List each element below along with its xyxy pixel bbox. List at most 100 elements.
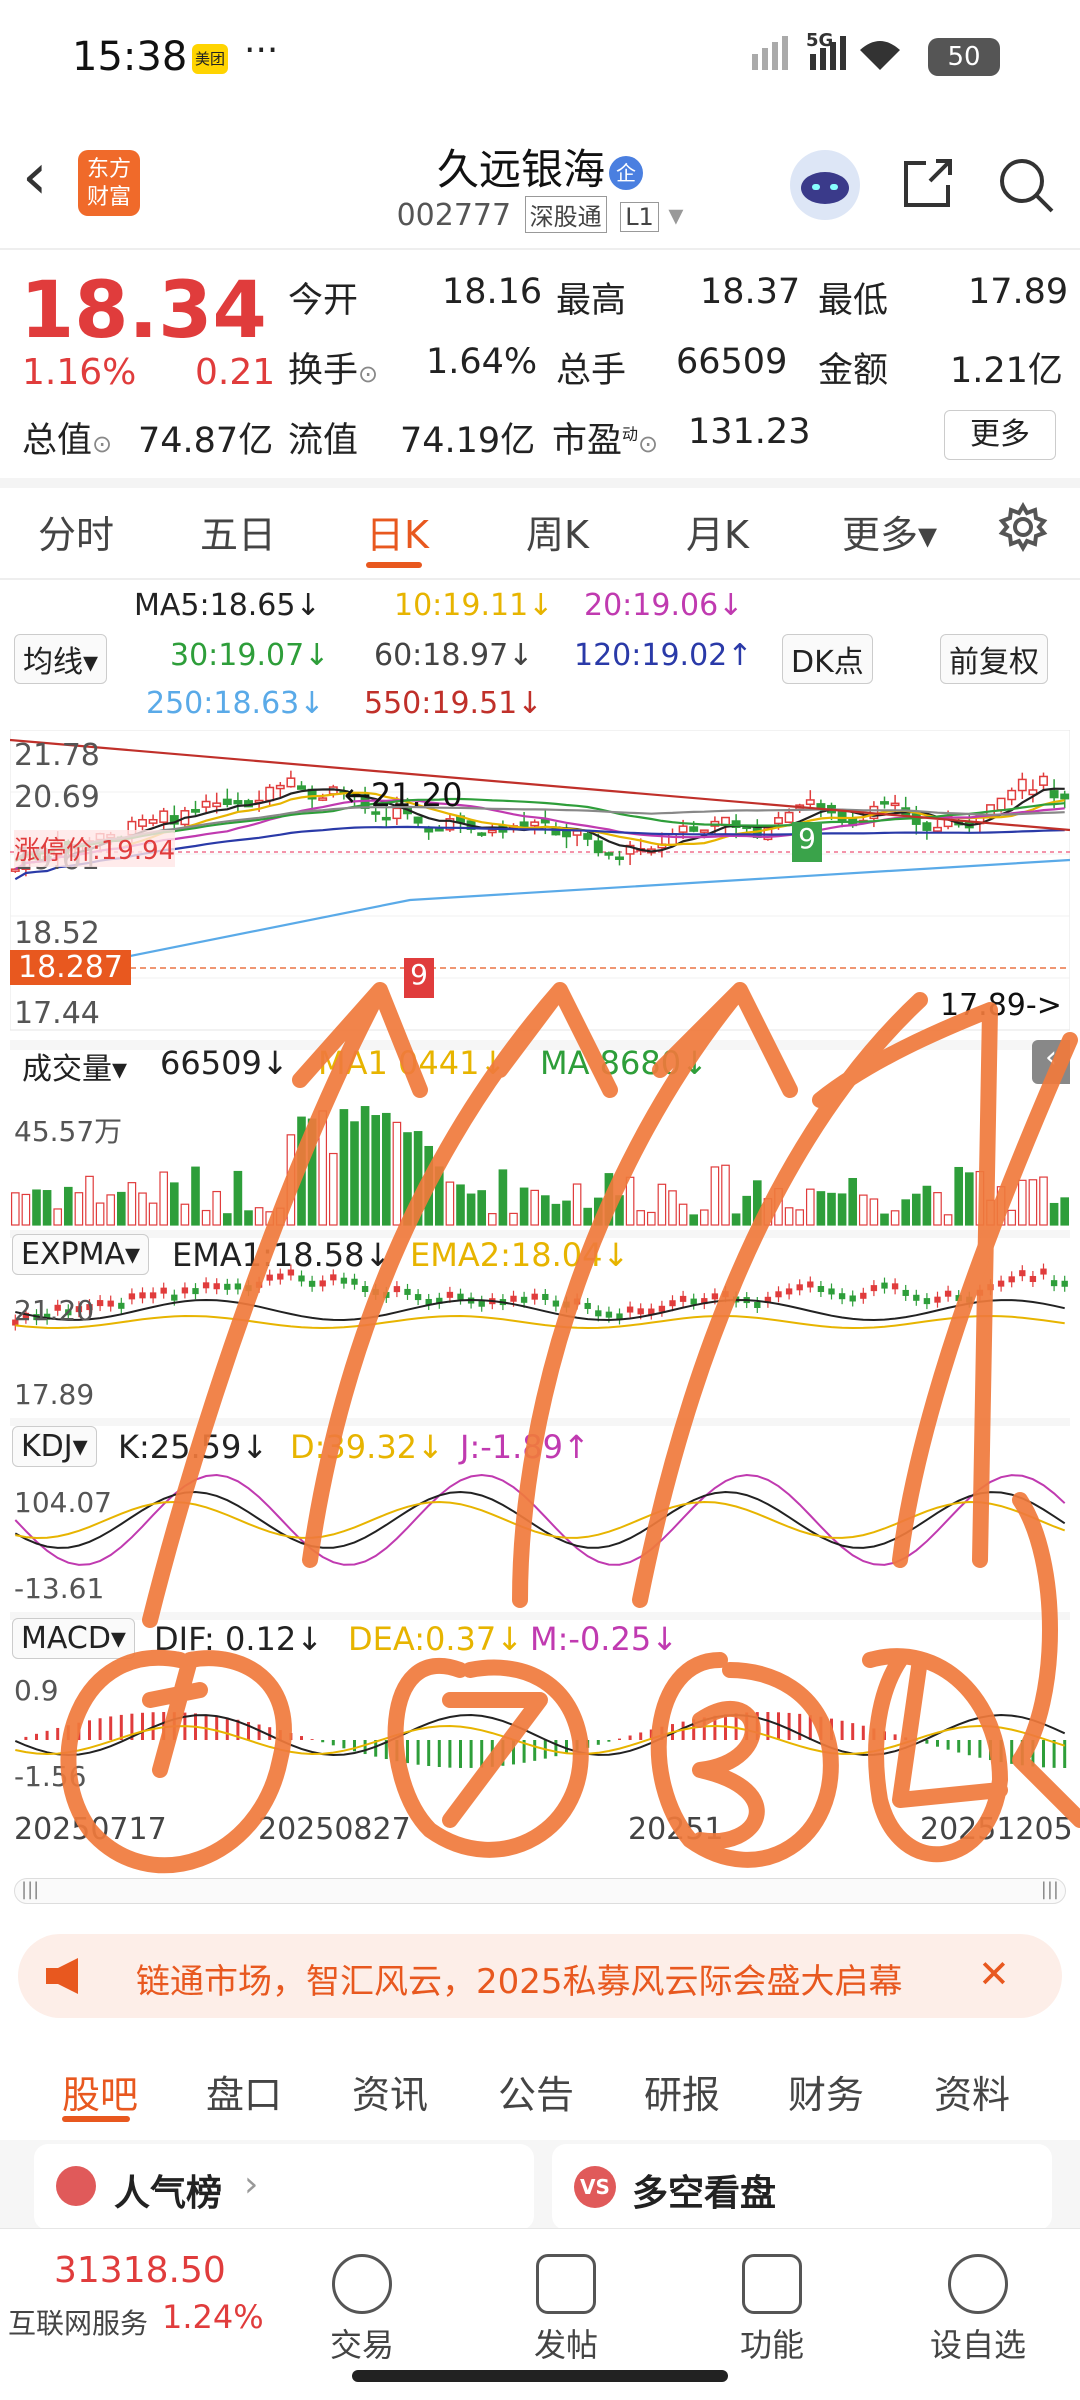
close-icon[interactable]: ✕	[978, 1952, 1010, 1996]
expma-body	[414, 1294, 422, 1301]
volume-bar	[933, 1192, 942, 1226]
volume-ma1: MA1 0441↓	[318, 1044, 507, 1082]
add-watchlist-button[interactable]: 设自选	[908, 2254, 1048, 2366]
popularity-title: 人气榜	[114, 2173, 223, 2214]
candle-body	[583, 833, 593, 840]
candle-body	[138, 819, 147, 827]
bull-bear-card[interactable]: VS 多空看盘	[552, 2144, 1052, 2230]
expma-body	[245, 1285, 252, 1292]
tab-forum[interactable]: 股吧	[62, 2064, 138, 2119]
trade-button[interactable]: 交易	[292, 2254, 432, 2366]
volume-bar	[403, 1132, 412, 1226]
macd-selector[interactable]: MACD▾	[12, 1618, 135, 1659]
connect-tag: 深股通	[524, 196, 607, 233]
tab-intraday[interactable]: 分时	[38, 504, 114, 559]
volume-bar	[307, 1118, 317, 1226]
expma-body	[393, 1286, 401, 1293]
expma-body	[817, 1286, 825, 1293]
edit-icon	[536, 2254, 596, 2314]
expma-body	[361, 1286, 369, 1293]
tab-more[interactable]: 更多▾	[842, 504, 937, 559]
ma30-value: 30:19.07↓	[170, 638, 330, 673]
ma5-value: MA5:18.65↓	[134, 588, 321, 623]
candle-body	[318, 797, 328, 801]
volume-bar	[233, 1170, 243, 1226]
x-label-3: 20251	[628, 1812, 724, 1847]
volume-bar	[127, 1182, 137, 1226]
ai-assistant-icon[interactable]	[790, 150, 860, 220]
more-button[interactable]: 更多	[944, 410, 1056, 460]
tab-five-day[interactable]: 五日	[200, 504, 276, 559]
expma-body	[298, 1275, 305, 1282]
kdj-selector[interactable]: KDJ▾	[12, 1426, 97, 1467]
volume-bar	[699, 1209, 709, 1226]
volume-bars	[10, 1106, 1070, 1226]
volume-bar	[318, 1110, 328, 1226]
expma-selector[interactable]: EXPMA▾	[12, 1234, 150, 1275]
volume-bar	[615, 1195, 624, 1226]
dk-point-button[interactable]: DK点	[782, 634, 873, 684]
expma-body	[1050, 1280, 1058, 1287]
divider	[0, 248, 1080, 250]
promo-banner[interactable]: 链通市场，智汇风云，2025私募风云际会盛大启幕 ✕	[18, 1934, 1062, 2018]
candle-body	[1007, 789, 1017, 801]
expma-body	[277, 1273, 284, 1280]
ma20-value: 20:19.06↓	[584, 588, 744, 623]
search-icon[interactable]	[996, 155, 1056, 215]
popularity-card[interactable]: 人气榜 ›	[34, 2144, 534, 2230]
tab-finance[interactable]: 财务	[788, 2064, 864, 2119]
expma-body	[902, 1289, 909, 1296]
volume-bar	[710, 1166, 720, 1226]
candle-body	[572, 830, 582, 836]
expma-body	[966, 1296, 973, 1303]
tab-weekly-k[interactable]: 周K	[526, 504, 589, 559]
volume-bar	[1049, 1202, 1059, 1226]
volume-bar	[265, 1211, 275, 1226]
kline-chart-area[interactable]	[10, 730, 1070, 1870]
ma-selector[interactable]: 均线▾	[14, 634, 108, 684]
kdj-chart	[14, 1473, 1066, 1566]
x-label-2: 20250827	[258, 1812, 411, 1847]
ma10-value: 10:19.11↓	[394, 588, 554, 623]
tab-monthly-k[interactable]: 月K	[686, 504, 749, 559]
settings-gear-icon[interactable]	[998, 501, 1048, 561]
low-marker: 17.89->	[940, 988, 1062, 1023]
index-value[interactable]: 31318.50	[54, 2250, 226, 2291]
candle-body	[381, 816, 391, 821]
tab-profile[interactable]: 资料	[934, 2064, 1010, 2119]
candle-body	[201, 800, 211, 808]
share-icon[interactable]	[900, 155, 956, 211]
volume-bar	[922, 1185, 932, 1226]
tab-daily-k[interactable]: 日K	[366, 504, 429, 559]
tab-research[interactable]: 研报	[644, 2064, 720, 2119]
y-label-2: 20.69	[14, 780, 100, 815]
stock-code: 002777	[396, 198, 512, 233]
volume-bar	[42, 1190, 52, 1226]
chart-scrollbar[interactable]: ||| |||	[14, 1878, 1066, 1904]
limit-price-label: 涨停价:19.94	[14, 830, 176, 867]
candle-body	[593, 840, 603, 854]
adjust-button[interactable]: 前复权	[940, 634, 1048, 684]
volume-bar	[752, 1180, 762, 1226]
volume-bar	[678, 1203, 688, 1226]
tab-news[interactable]: 资讯	[352, 2064, 428, 2119]
candle-body	[922, 822, 932, 831]
volume-bar	[530, 1189, 540, 1226]
tab-announcements[interactable]: 公告	[498, 2064, 574, 2119]
pe-label: 市盈动⊙	[552, 421, 659, 461]
current-price-tag: 18.287	[10, 950, 131, 985]
more-dots-icon	[948, 2254, 1008, 2314]
functions-button[interactable]: 功能	[702, 2254, 842, 2366]
macd-dea-value: DEA:0.37↓	[348, 1620, 524, 1658]
high-marker: ←21.20	[344, 776, 463, 814]
tab-orderbook[interactable]: 盘口	[206, 2064, 282, 2119]
macd-dif-line	[14, 1713, 1066, 1757]
volume-selector[interactable]: 成交量▾	[14, 1042, 135, 1090]
expma-body	[510, 1295, 517, 1302]
volume-bar	[169, 1182, 179, 1226]
low-value: 17.89	[968, 272, 1069, 312]
post-button[interactable]: 发帖	[496, 2254, 636, 2366]
volume-bar	[254, 1207, 264, 1226]
kdj-j-value: J:-1.89↑	[460, 1428, 590, 1466]
collapse-arrow-icon[interactable]: ‹	[1032, 1040, 1070, 1084]
